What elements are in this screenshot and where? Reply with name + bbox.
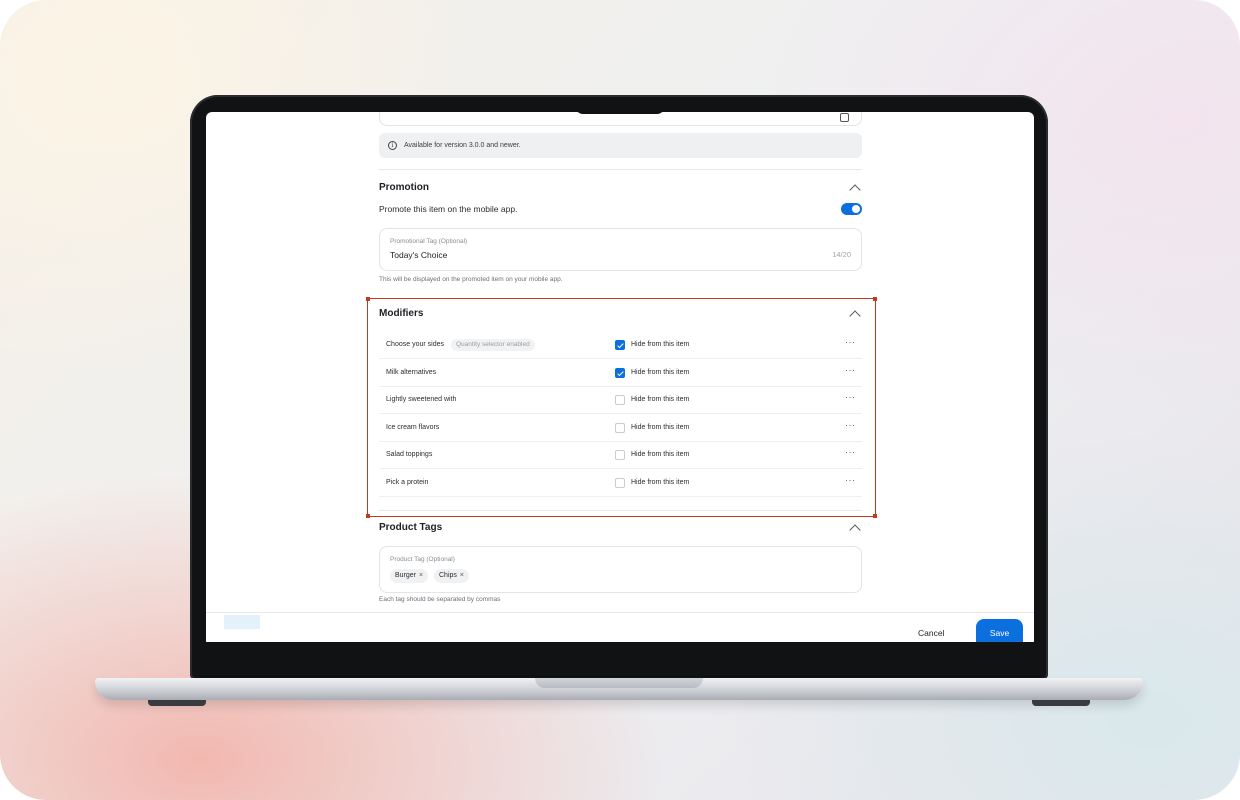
product-tags-title: Product Tags: [379, 522, 443, 533]
version-info-text: Available for version 3.0.0 and newer.: [404, 142, 521, 149]
footer-divider: [206, 612, 1034, 613]
more-options-icon[interactable]: ···: [845, 392, 856, 402]
hide-checkbox-label: Hide from this item: [631, 423, 690, 431]
hide-checkbox[interactable]: [615, 395, 625, 406]
modifier-name: Salad toppings: [386, 451, 433, 459]
hide-checkbox[interactable]: [615, 478, 625, 488]
modifier-row[interactable]: Pick a protein Hide from this item ···: [379, 470, 862, 497]
modifier-name: Lightly sweetened with: [386, 396, 457, 404]
laptop-foot: [148, 700, 206, 706]
modifier-row[interactable]: Milk alternatives Hide from this item ···: [379, 360, 862, 387]
more-options-icon[interactable]: ···: [845, 337, 856, 347]
trackpad-notch: [535, 678, 703, 688]
tag-chip-label: Chips: [439, 572, 457, 579]
selection-handle[interactable]: [366, 514, 370, 518]
divider: [379, 169, 862, 170]
promotional-tag-label: Promotional Tag (Optional): [390, 238, 468, 245]
close-icon[interactable]: ×: [419, 572, 423, 579]
modifier-row[interactable]: Choose your sides Quantity selector enabl…: [379, 332, 862, 359]
check-icon: [617, 341, 624, 349]
product-tag-label: Product Tag (Optional): [390, 556, 455, 563]
hide-checkbox[interactable]: [615, 422, 625, 433]
hide-checkbox-label: Hide from this item: [631, 341, 690, 348]
hide-checkbox[interactable]: [615, 340, 625, 350]
modifier-name: Choose your sides: [386, 341, 444, 348]
product-tag-field[interactable]: Product Tag (Optional) Burger × Chips ×: [379, 546, 862, 593]
modifier-row[interactable]: Ice cream flavors Hide from this item ···: [379, 415, 862, 442]
more-options-icon[interactable]: ···: [845, 420, 856, 430]
info-icon: i: [388, 141, 397, 150]
selection-handle[interactable]: [873, 297, 877, 301]
hide-checkbox[interactable]: [615, 450, 625, 461]
save-button[interactable]: Save: [976, 619, 1023, 642]
divider: [379, 510, 862, 511]
app-screen: i Available for version 3.0.0 and newer.…: [206, 112, 1034, 642]
selection-handle[interactable]: [366, 297, 370, 301]
hide-checkbox[interactable]: [615, 367, 625, 378]
selection-handle[interactable]: [873, 514, 877, 518]
modifier-badge: Quantity selector enabled: [451, 339, 535, 351]
screen-bezel: [206, 642, 1034, 676]
modifier-row[interactable]: Lightly sweetened with Hide from this ite…: [379, 387, 862, 415]
modifiers-title: Modifiers: [379, 308, 424, 319]
promotional-tag-field[interactable]: Promotional Tag (Optional) Today's Choic…: [379, 228, 862, 271]
more-options-icon[interactable]: ···: [845, 475, 856, 485]
hide-checkbox-label: Hide from this item: [631, 451, 690, 459]
tag-chip[interactable]: Chips ×: [434, 569, 469, 583]
top-field[interactable]: [379, 112, 862, 126]
promote-toggle[interactable]: [841, 203, 862, 215]
more-options-icon[interactable]: ···: [845, 365, 856, 375]
modifier-name: Milk alternatives: [386, 368, 437, 376]
hide-checkbox-label: Hide from this item: [631, 479, 690, 486]
modifier-name: Ice cream flavors: [386, 423, 440, 431]
laptop-foot: [1032, 700, 1090, 706]
camera-notch: [575, 104, 665, 114]
promotion-title: Promotion: [379, 182, 429, 193]
more-options-icon[interactable]: ···: [845, 447, 856, 457]
lock-icon: [840, 113, 849, 122]
chevron-up-icon[interactable]: [849, 184, 861, 196]
promotional-tag-value[interactable]: Today's Choice: [390, 250, 447, 260]
hide-checkbox-label: Hide from this item: [631, 368, 690, 376]
character-counter: 14/20: [832, 250, 851, 259]
footer-tab[interactable]: [224, 615, 260, 629]
cancel-button[interactable]: Cancel: [918, 628, 944, 638]
toggle-knob: [852, 205, 860, 213]
chevron-up-icon[interactable]: [849, 524, 861, 536]
tag-chip-label: Burger: [395, 572, 417, 579]
modifier-name: Pick a protein: [386, 479, 429, 486]
product-tags-helper-text: Each tag should be separated by commas: [379, 596, 501, 603]
check-icon: [617, 369, 624, 376]
close-icon[interactable]: ×: [460, 572, 464, 579]
promote-toggle-label: Promote this item on the mobile app.: [379, 204, 518, 214]
version-info-banner: i Available for version 3.0.0 and newer.: [379, 133, 862, 158]
hide-checkbox-label: Hide from this item: [631, 396, 690, 404]
modifier-row[interactable]: Salad toppings Hide from this item ···: [379, 442, 862, 470]
promotion-helper-text: This will be displayed on the promoted i…: [379, 276, 563, 283]
tag-chip[interactable]: Burger ×: [390, 569, 429, 583]
